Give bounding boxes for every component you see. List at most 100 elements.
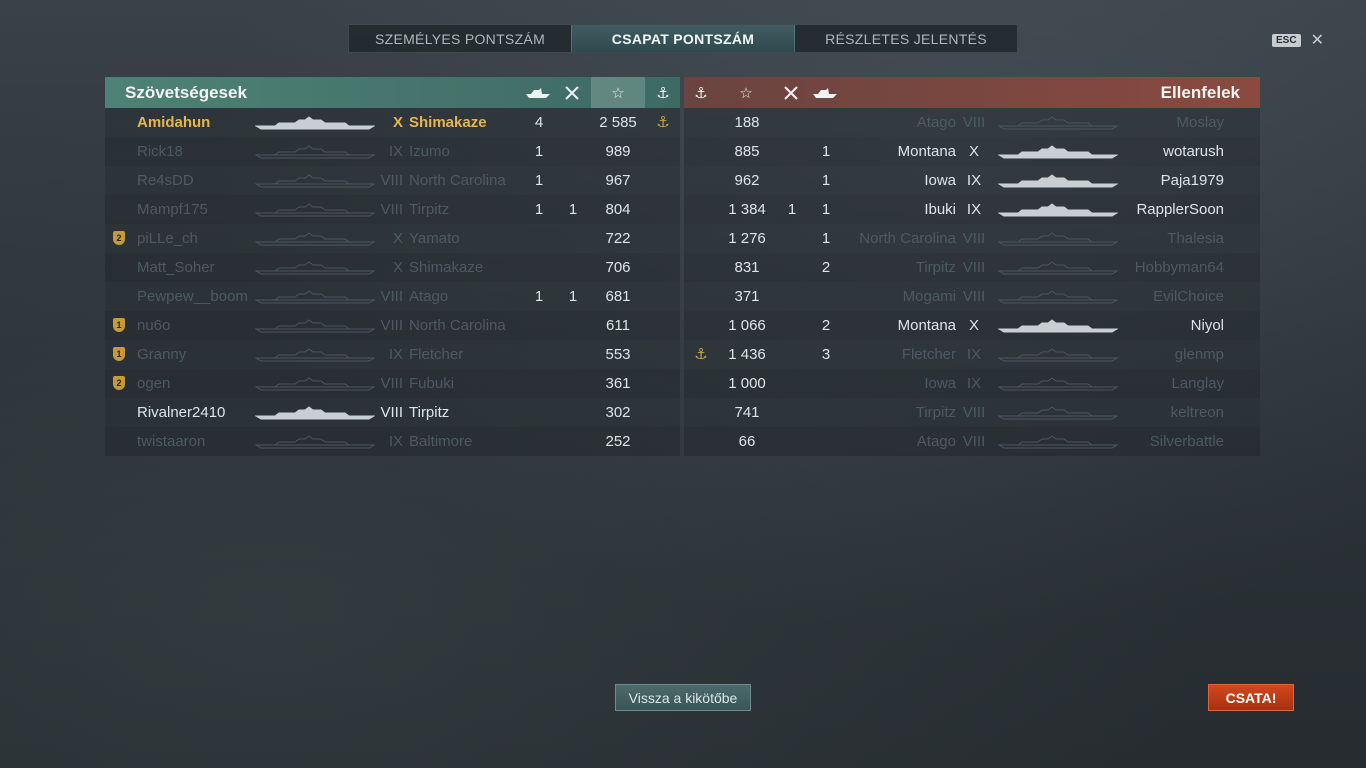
table-row[interactable]: 188 Atago VIII Moslay <box>684 108 1260 137</box>
player-name[interactable]: Rivalner2410 <box>137 398 225 427</box>
player-name[interactable]: keltreon <box>1171 398 1224 427</box>
table-row[interactable]: 66 Atago VIII Silverbattle <box>684 427 1260 456</box>
plane-kills <box>561 340 585 369</box>
enemies-title: Ellenfelek <box>1160 82 1240 102</box>
ship-silhouette-icon <box>254 435 376 449</box>
player-name[interactable]: Silverbattle <box>1150 427 1224 456</box>
ship-name: Baltimore <box>409 433 473 450</box>
player-name[interactable]: EvilChoice <box>1153 282 1224 311</box>
ship-tier: VIII <box>962 433 986 450</box>
player-name[interactable]: Re4sDD <box>137 166 194 195</box>
base-capture-icon <box>686 224 716 253</box>
ship-kills <box>527 311 551 340</box>
anchor-icon[interactable]: ⚓ <box>648 77 678 108</box>
back-to-port-button[interactable]: Vissza a kikötőbe <box>615 684 751 711</box>
table-row[interactable]: 2 ogen VIII Fubuki 361 <box>105 369 680 398</box>
ship-name: Tirpitz <box>409 404 450 421</box>
player-name[interactable]: twistaaron <box>137 427 205 456</box>
player-name[interactable]: Rick18 <box>137 137 183 166</box>
table-row[interactable]: Pewpew__boom VIII Atago 1 1 681 <box>105 282 680 311</box>
player-name[interactable]: Thalesia <box>1167 224 1224 253</box>
table-row[interactable]: 371 Mogami VIII EvilChoice <box>684 282 1260 311</box>
esc-close[interactable]: ESC ✕ <box>1272 30 1324 50</box>
table-row[interactable]: Rivalner2410 VIII Tirpitz 302 <box>105 398 680 427</box>
plane-kills: 1 <box>568 201 578 218</box>
player-name[interactable]: Matt_Soher <box>137 253 215 282</box>
ship-kills-icon[interactable] <box>810 77 840 108</box>
ship-tier: IX <box>388 346 403 363</box>
table-row[interactable]: 741 Tirpitz VIII keltreon <box>684 398 1260 427</box>
player-name[interactable]: RapplerSoon <box>1136 195 1224 224</box>
player-name[interactable]: Pewpew__boom <box>137 282 248 311</box>
ship-tier: X <box>392 259 403 276</box>
table-row[interactable]: 1 000 Iowa IX Langlay <box>684 369 1260 398</box>
plane-kills <box>780 253 804 282</box>
table-row[interactable]: 831 2 Tirpitz VIII Hobbyman64 <box>684 253 1260 282</box>
ship-kills: 4 <box>534 114 544 131</box>
ship-name: Yamato <box>409 230 460 247</box>
star-icon[interactable]: ☆ <box>591 77 645 108</box>
battle-button[interactable]: CSATA! <box>1208 684 1294 711</box>
star-icon[interactable]: ☆ <box>731 77 761 108</box>
player-name[interactable]: Amidahun <box>137 108 210 137</box>
score: 741 <box>734 404 760 421</box>
plane-kills <box>561 137 585 166</box>
player-name[interactable]: wotarush <box>1163 137 1224 166</box>
tab-personal-score[interactable]: SZEMÉLYES PONTSZÁM <box>349 25 571 52</box>
tab-team-score[interactable]: CSAPAT PONTSZÁM <box>571 25 795 52</box>
base-capture-icon <box>686 108 716 137</box>
plane-kills <box>780 137 804 166</box>
base-capture-icon <box>686 369 716 398</box>
table-row[interactable]: Matt_Soher X Shimakaze 706 <box>105 253 680 282</box>
table-row[interactable]: 1 nu6o VIII North Carolina 611 <box>105 311 680 340</box>
player-name[interactable]: glenmp <box>1175 340 1224 369</box>
table-row[interactable]: 1 276 1 North Carolina VIII Thalesia <box>684 224 1260 253</box>
table-row[interactable]: 1 066 2 Montana X Niyol <box>684 311 1260 340</box>
score: 681 <box>605 288 631 305</box>
player-name[interactable]: Granny <box>137 340 186 369</box>
player-name[interactable]: Moslay <box>1176 108 1224 137</box>
table-row[interactable]: 962 1 Iowa IX Paja1979 <box>684 166 1260 195</box>
table-row[interactable]: 1 Granny IX Fletcher 553 <box>105 340 680 369</box>
table-row[interactable]: 2 piLLe_ch X Yamato 722 <box>105 224 680 253</box>
table-row[interactable]: Rick18 IX Izumo 1 989 <box>105 137 680 166</box>
ship-tier: IX <box>966 375 982 392</box>
plane-kills <box>561 108 585 137</box>
tab-detailed-report[interactable]: RÉSZLETES JELENTÉS <box>795 25 1017 52</box>
table-row[interactable]: 1 384 1 1 Ibuki IX RapplerSoon <box>684 195 1260 224</box>
table-row[interactable]: twistaaron IX Baltimore 252 <box>105 427 680 456</box>
player-name[interactable]: Paja1979 <box>1161 166 1224 195</box>
ship-tier: IX <box>388 433 403 450</box>
plane-kills-icon[interactable] <box>557 77 587 108</box>
ship-tier: VIII <box>962 288 986 305</box>
player-name[interactable]: Hobbyman64 <box>1135 253 1224 282</box>
player-name[interactable]: Niyol <box>1191 311 1224 340</box>
plane-kills <box>780 427 804 456</box>
player-name[interactable]: ogen <box>137 369 170 398</box>
table-row[interactable]: Re4sDD VIII North Carolina 1 967 <box>105 166 680 195</box>
table-row[interactable]: Mampf175 VIII Tirpitz 1 1 804 <box>105 195 680 224</box>
score: 1 066 <box>728 317 766 334</box>
close-icon[interactable]: ✕ <box>1311 30 1324 50</box>
ship-tier: X <box>968 317 979 334</box>
base-capture-icon <box>686 311 716 340</box>
ship-tier: X <box>392 114 403 131</box>
plane-kills <box>561 427 585 456</box>
ship-name: North Carolina <box>409 172 506 189</box>
allies-title: Szövetségesek <box>125 82 247 102</box>
ship-silhouette-icon <box>254 406 376 420</box>
player-name[interactable]: Langlay <box>1171 369 1224 398</box>
ship-silhouette-icon <box>997 377 1119 391</box>
score: 371 <box>734 288 760 305</box>
table-row[interactable]: ⚓ 1 436 3 Fletcher IX glenmp <box>684 340 1260 369</box>
plane-kills-icon[interactable] <box>776 77 806 108</box>
table-row[interactable]: 885 1 Montana Xwotarush <box>684 137 1260 166</box>
player-name[interactable]: nu6o <box>137 311 170 340</box>
player-name[interactable]: piLLe_ch <box>137 224 198 253</box>
ship-kills-icon[interactable] <box>523 77 553 108</box>
anchor-icon[interactable]: ⚓ <box>686 77 716 108</box>
table-row[interactable]: Amidahun X Shimakaze 4 2 585 ⚓ <box>105 108 680 137</box>
ship-silhouette-icon <box>254 261 376 275</box>
base-capture-icon <box>648 340 678 369</box>
player-name[interactable]: Mampf175 <box>137 195 208 224</box>
